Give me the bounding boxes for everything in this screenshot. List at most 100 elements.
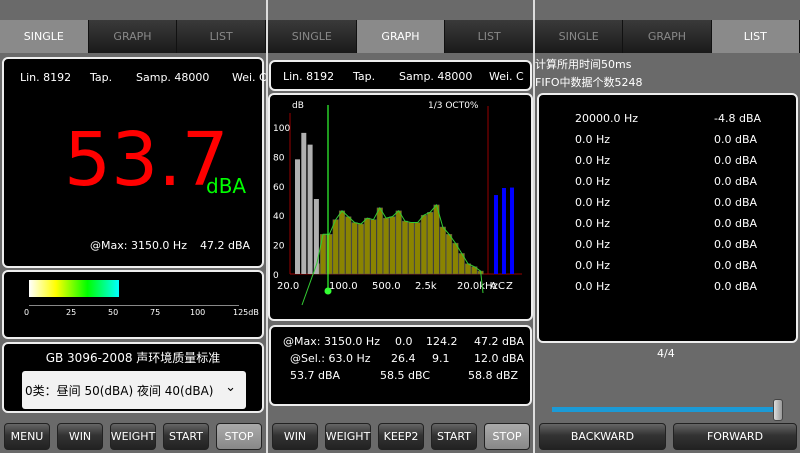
tap-label: Tap. bbox=[90, 71, 113, 84]
spectrum-bar bbox=[370, 219, 377, 275]
x-tick-label: Z bbox=[506, 281, 513, 292]
level-value: 53.7 bbox=[64, 117, 229, 203]
stop-button[interactable]: STOP bbox=[216, 423, 262, 450]
spectrum-bar bbox=[414, 222, 421, 275]
low-band-bar bbox=[295, 159, 300, 274]
tab-single[interactable]: SINGLE bbox=[0, 20, 89, 53]
row-level: 0.0 dBA bbox=[714, 154, 758, 167]
spectrum-bar bbox=[433, 204, 440, 275]
row-frequency: 0.0 Hz bbox=[575, 154, 611, 167]
slider-handle[interactable] bbox=[773, 399, 783, 421]
spectrum-bar bbox=[439, 226, 446, 275]
y-axis-label: dB bbox=[292, 101, 304, 111]
tab-bar: SINGLE GRAPH LIST bbox=[0, 20, 267, 53]
spectrum-bar bbox=[345, 216, 352, 275]
meter-tick: 25 bbox=[66, 308, 77, 317]
spectrum-chart[interactable]: 0 20 40 60 80 100 dB 1/3 OCT0% 20.0 100.0 500.0 2.5… bbox=[268, 93, 533, 321]
x-tick-label: C bbox=[498, 281, 505, 292]
forward-button[interactable]: FORWARD bbox=[673, 423, 797, 450]
low-band-bar bbox=[301, 132, 307, 274]
spectrum-bar bbox=[376, 207, 383, 275]
weight-button[interactable]: WEIGHT bbox=[110, 423, 156, 450]
x-tick-label: A bbox=[490, 281, 497, 292]
start-button[interactable]: START bbox=[431, 423, 477, 450]
standard-title: GB 3096-2008 声环境质量标准 bbox=[45, 351, 221, 365]
row-frequency: 0.0 Hz bbox=[575, 259, 611, 272]
page-indicator: 4/4 bbox=[657, 347, 675, 360]
spectrum-bar bbox=[357, 223, 364, 275]
meter-tick: 75 bbox=[150, 308, 161, 317]
low-band-bar bbox=[307, 144, 313, 274]
stop-button[interactable]: STOP bbox=[484, 423, 530, 450]
row-level: 0.0 dBA bbox=[714, 217, 758, 230]
y-tick-label: 100 bbox=[273, 124, 290, 134]
low-band-bar bbox=[313, 199, 319, 274]
y-tick-label: 80 bbox=[273, 153, 285, 163]
tab-list[interactable]: LIST bbox=[711, 20, 800, 53]
dbc-level: 58.5 dBC bbox=[380, 369, 431, 382]
row-frequency: 0.0 Hz bbox=[575, 133, 611, 146]
level-meter: 0 25 50 75 100 125dB bbox=[2, 270, 264, 339]
level-unit: dBA bbox=[206, 174, 247, 198]
level-display: Lin. 8192 Tap. Samp. 48000 Wei. C 53.7 d… bbox=[2, 57, 267, 268]
start-button[interactable]: START bbox=[163, 423, 209, 450]
max-level: 47.2 dBA bbox=[474, 335, 525, 348]
spectrum-bar bbox=[464, 263, 472, 275]
keep2-button[interactable]: KEEP2 bbox=[378, 423, 424, 450]
samp-label: Samp. 48000 bbox=[136, 71, 210, 84]
spectrum-bar bbox=[452, 242, 459, 275]
weighted-level-bar bbox=[494, 195, 498, 274]
spectrum-bar bbox=[395, 210, 402, 275]
max-level: 47.2 dBA bbox=[200, 239, 251, 252]
cursor-handle bbox=[324, 287, 332, 295]
row-level: 0.0 dBA bbox=[714, 259, 758, 272]
mode-label: 1/3 OCT0% bbox=[428, 101, 479, 111]
spectrum-bar bbox=[427, 212, 434, 275]
menu-button[interactable]: MENU bbox=[4, 423, 50, 450]
spectrum-bar bbox=[446, 234, 453, 275]
fifo-count: FIFO中数据个数5248 bbox=[535, 76, 643, 89]
tap-label: Tap. bbox=[353, 70, 376, 83]
tab-graph[interactable]: GRAPH bbox=[356, 20, 446, 53]
chevron-down-icon: ⌄ bbox=[225, 380, 236, 395]
row-level: -4.8 dBA bbox=[714, 112, 762, 125]
tab-graph[interactable]: GRAPH bbox=[623, 20, 712, 53]
tab-single[interactable]: SINGLE bbox=[268, 20, 357, 53]
max-freq: @Max: 3150.0 Hz bbox=[283, 335, 380, 348]
x-tick-label: 20.0 bbox=[277, 281, 299, 292]
row-frequency: 0.0 Hz bbox=[575, 217, 611, 230]
y-tick-label: 60 bbox=[273, 183, 285, 193]
spectrum-bar bbox=[320, 234, 327, 275]
stat-value: 9.1 bbox=[432, 352, 450, 365]
y-tick-label: 40 bbox=[273, 212, 285, 222]
standard-select[interactable]: 0类：昼间 50(dBA) 夜间 40(dBA) ⌄ bbox=[22, 371, 246, 409]
tab-graph[interactable]: GRAPH bbox=[88, 20, 178, 53]
stat-value: 124.2 bbox=[426, 335, 458, 348]
lin-label: Lin. 8192 bbox=[283, 70, 335, 83]
spectrum-bar bbox=[401, 220, 409, 275]
meter-tick: 100 bbox=[190, 308, 206, 317]
backward-button[interactable]: BACKWARD bbox=[539, 423, 666, 450]
weight-button[interactable]: WEIGHT bbox=[325, 423, 371, 450]
row-level: 0.0 dBA bbox=[714, 196, 758, 209]
stat-value: 26.4 bbox=[391, 352, 416, 365]
tab-list[interactable]: LIST bbox=[445, 20, 535, 53]
weighted-level-bar bbox=[502, 188, 506, 274]
tab-single[interactable]: SINGLE bbox=[535, 20, 624, 53]
max-freq: @Max: 3150.0 Hz bbox=[90, 239, 187, 252]
tab-bar: SINGLE GRAPH LIST bbox=[535, 20, 800, 53]
tab-list[interactable]: LIST bbox=[177, 20, 267, 53]
win-button[interactable]: WIN bbox=[272, 423, 318, 450]
x-tick-label: 500.0 bbox=[372, 281, 401, 292]
stats-box: @Max: 3150.0 Hz 0.0 124.2 47.2 dBA @Sel.… bbox=[269, 325, 532, 406]
spectrum-bar bbox=[389, 216, 396, 275]
row-frequency: 0.0 Hz bbox=[575, 196, 611, 209]
graph-panel: SINGLE GRAPH LIST Lin. 8192 Tap. Samp. 4… bbox=[268, 0, 535, 453]
meter-tick: 125dB bbox=[233, 308, 259, 317]
row-level: 0.0 dBA bbox=[714, 238, 758, 251]
weighted-level-bar bbox=[510, 187, 514, 274]
x-tick-label: 2.5k bbox=[415, 281, 437, 292]
win-button[interactable]: WIN bbox=[57, 423, 103, 450]
page-slider[interactable] bbox=[552, 407, 778, 412]
stat-value: 0.0 bbox=[395, 335, 413, 348]
